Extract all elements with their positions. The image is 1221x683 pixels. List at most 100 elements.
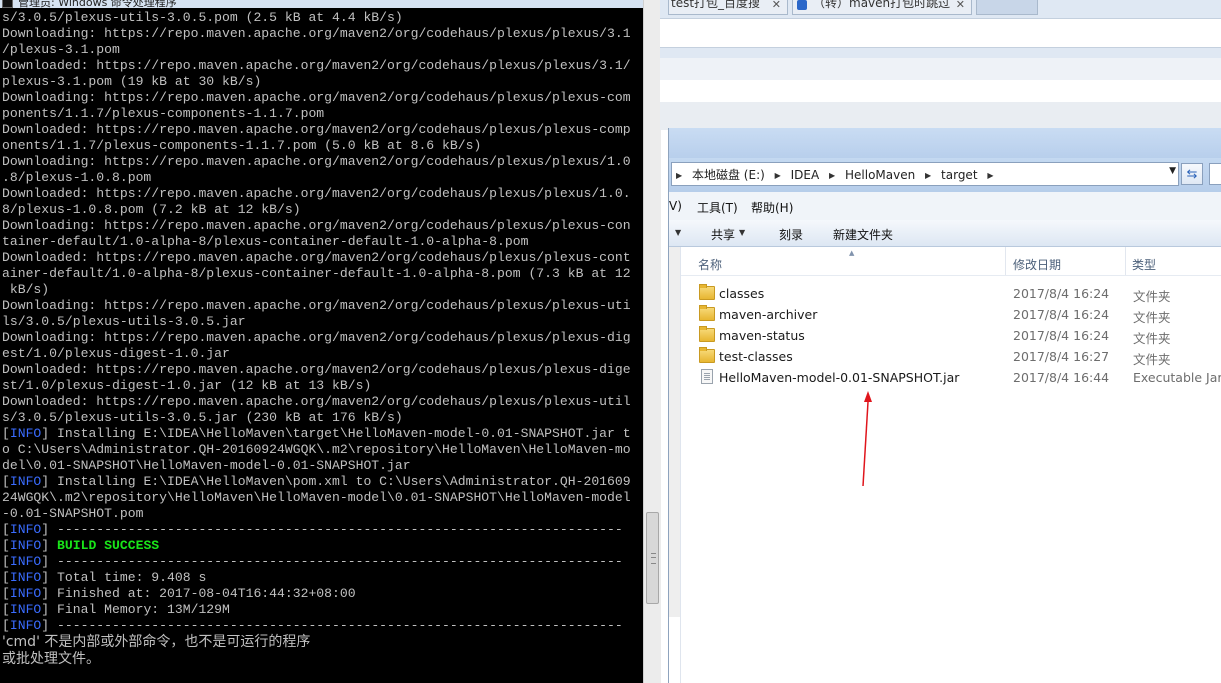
console-info-tag: INFO	[9, 474, 42, 489]
console-line: Downloaded: https://repo.maven.apache.or…	[2, 122, 631, 137]
file-type: Executable Jar I	[1133, 370, 1221, 385]
command-bar: ▼ 共享 ▼ 刻录 新建文件夹	[669, 220, 1221, 247]
folder-icon	[699, 326, 715, 342]
console-line: Downloading: https://repo.maven.apache.o…	[2, 218, 631, 233]
browser-content-edge	[660, 102, 1221, 130]
console-line: onents/1.1.7/plexus-components-1.1.7.pom…	[2, 138, 482, 153]
browser-address-bar[interactable]	[660, 18, 1221, 48]
site-favicon-icon	[797, 0, 807, 10]
browser-new-tab[interactable]	[976, 0, 1038, 15]
console-line: ainer-default/1.0-alpha-8/plexus-contain…	[2, 266, 631, 281]
column-header-name[interactable]: 名称	[698, 256, 722, 273]
chevron-right-icon[interactable]: ▶	[925, 171, 931, 180]
folder-icon	[699, 305, 715, 321]
cmd-scrollbar[interactable]	[643, 0, 661, 683]
menu-help[interactable]: 帮助(H)	[751, 199, 793, 216]
console-line: s/3.0.5/plexus-utils-3.0.5.jar (230 kB a…	[2, 410, 403, 425]
burn-button[interactable]: 刻录	[779, 226, 803, 243]
console-line: 或批处理文件。	[2, 651, 100, 667]
navigation-pane[interactable]	[669, 247, 681, 683]
console-line: [INFO] ---------------------------------…	[2, 554, 623, 569]
console-line: [INFO] Finished at: 2017-08-04T16:44:32+…	[2, 586, 356, 601]
close-icon[interactable]: ✕	[772, 0, 781, 10]
chevron-down-icon[interactable]: ▼	[739, 228, 745, 237]
console-line: ls/3.0.5/plexus-utils-3.0.5.jar	[2, 314, 246, 329]
breadcrumb-item-idea[interactable]: IDEA	[785, 168, 826, 182]
console-output[interactable]: s/3.0.5/plexus-utils-3.0.5.pom (2.5 kB a…	[2, 10, 642, 668]
search-input[interactable]	[1209, 163, 1221, 185]
file-row[interactable]: maven-archiver 2017/8/4 16:24 文件夹	[681, 304, 1221, 325]
console-line: [INFO] ---------------------------------…	[2, 522, 623, 537]
console-line: Downloaded: https://repo.maven.apache.or…	[2, 58, 631, 73]
chevron-down-icon[interactable]: ▼	[675, 228, 681, 237]
console-info-tag: INFO	[9, 426, 42, 441]
file-row[interactable]: classes 2017/8/4 16:24 文件夹	[681, 283, 1221, 304]
column-divider[interactable]	[1005, 247, 1006, 275]
console-line: -0.01-SNAPSHOT.pom	[2, 506, 144, 521]
console-line: Downloaded: https://repo.maven.apache.or…	[2, 186, 631, 201]
column-header-type[interactable]: 类型	[1132, 256, 1156, 273]
file-type: 文件夹	[1133, 331, 1171, 346]
file-row[interactable]: maven-status 2017/8/4 16:24 文件夹	[681, 325, 1221, 346]
chevron-right-icon[interactable]: ▶	[987, 171, 993, 180]
menu-tools[interactable]: 工具(T)	[697, 199, 738, 216]
console-line: Downloading: https://repo.maven.apache.o…	[2, 26, 631, 41]
browser-tab-maven[interactable]: （转）maven打包时跳过 ✕	[792, 0, 972, 15]
explorer-title-bar[interactable]	[669, 128, 1221, 158]
file-row[interactable]: test-classes 2017/8/4 16:27 文件夹	[681, 346, 1221, 367]
explorer-window[interactable]: ▶ 本地磁盘 (E:) ▶ IDEA ▶ HelloMaven ▶ target…	[668, 128, 1221, 683]
console-line: del\0.01-SNAPSHOT\HelloMaven-model-0.01-…	[2, 458, 411, 473]
console-line: Downloading: https://repo.maven.apache.o…	[2, 330, 631, 345]
console-line: ponents/1.1.7/plexus-components-1.1.7.po…	[2, 106, 325, 121]
cmd-title-bar[interactable]: 管理员: Windows 命令处理程序	[0, 0, 660, 8]
refresh-icon: ⇆	[1186, 166, 1198, 181]
console-line: s/3.0.5/plexus-utils-3.0.5.pom (2.5 kB a…	[2, 10, 403, 25]
file-row[interactable]: HelloMaven-model-0.01-SNAPSHOT.jar 2017/8…	[681, 367, 1221, 388]
menu-view[interactable]: V)	[669, 199, 682, 213]
chevron-right-icon[interactable]: ▶	[676, 171, 682, 180]
console-line: [INFO] ---------------------------------…	[2, 618, 623, 633]
breadcrumb-item-drive[interactable]: 本地磁盘 (E:)	[686, 166, 771, 183]
console-line: plexus-3.1.pom (19 kB at 30 kB/s)	[2, 74, 262, 89]
console-line: [INFO] Installing E:\IDEA\HelloMaven\tar…	[2, 426, 631, 441]
browser-tab-baidu[interactable]: test打包_百度搜 ✕	[668, 0, 788, 15]
browser-tab-label: （转）maven打包时跳过	[813, 0, 951, 10]
console-info-tag: INFO	[9, 554, 42, 569]
chevron-right-icon[interactable]: ▶	[775, 171, 781, 180]
file-name: test-classes	[719, 349, 793, 364]
file-date: 2017/8/4 16:24	[1013, 328, 1110, 343]
console-info-tag: INFO	[9, 618, 42, 633]
console-line: Downloading: https://repo.maven.apache.o…	[2, 298, 631, 313]
cmd-window[interactable]: 管理员: Windows 命令处理程序 s/3.0.5/plexus-utils…	[0, 0, 661, 683]
share-button[interactable]: 共享	[711, 226, 735, 243]
cmd-title: 管理员: Windows 命令处理程序	[18, 0, 177, 8]
console-line: /plexus-3.1.pom	[2, 42, 120, 57]
file-date: 2017/8/4 16:24	[1013, 286, 1110, 301]
column-header-date[interactable]: 修改日期	[1013, 256, 1061, 273]
console-line: Downloading: https://repo.maven.apache.o…	[2, 154, 631, 169]
console-line: est/1.0/plexus-digest-1.0.jar	[2, 346, 230, 361]
console-line: kB/s)	[2, 282, 50, 297]
breadcrumb-item-target[interactable]: target	[935, 168, 984, 182]
jar-file-icon	[701, 369, 713, 384]
console-line: tainer-default/1.0-alpha-8/plexus-contai…	[2, 234, 529, 249]
navigation-scrollbar[interactable]	[669, 247, 680, 617]
build-success-text: BUILD SUCCESS	[57, 538, 160, 553]
console-line: 24WGQK\.m2\repository\HelloMaven\HelloMa…	[2, 490, 631, 505]
breadcrumb-item-hellomaven[interactable]: HelloMaven	[839, 168, 921, 182]
scrollbar-thumb[interactable]	[646, 512, 659, 604]
column-divider[interactable]	[1125, 247, 1126, 275]
close-icon[interactable]: ✕	[956, 0, 965, 10]
chevron-down-icon[interactable]: ▼	[1169, 166, 1176, 176]
file-date: 2017/8/4 16:44	[1013, 370, 1110, 385]
console-info-tag: INFO	[9, 522, 42, 537]
new-folder-button[interactable]: 新建文件夹	[833, 226, 893, 243]
console-info-tag: INFO	[9, 538, 42, 553]
browser-toolbar	[660, 58, 1221, 81]
console-info-tag: INFO	[9, 602, 42, 617]
address-bar[interactable]: ▶ 本地磁盘 (E:) ▶ IDEA ▶ HelloMaven ▶ target…	[671, 162, 1179, 186]
console-line: [INFO] Total time: 9.408 s	[2, 570, 207, 585]
chevron-right-icon[interactable]: ▶	[829, 171, 835, 180]
refresh-button[interactable]: ⇆	[1181, 163, 1203, 185]
console-line: 'cmd' 不是内部或外部命令，也不是可运行的程序	[2, 634, 311, 650]
